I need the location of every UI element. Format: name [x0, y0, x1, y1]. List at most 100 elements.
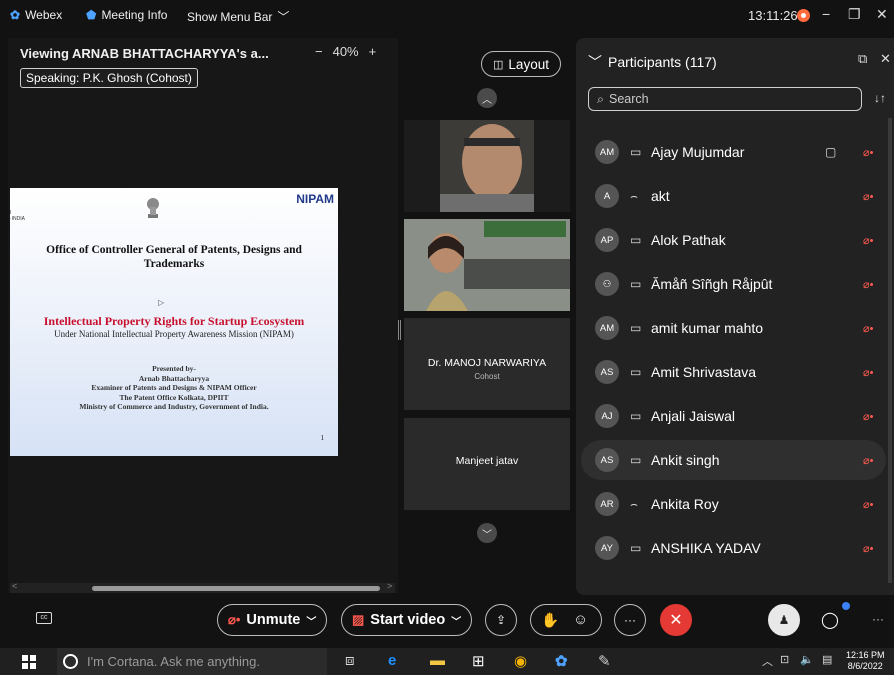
tile-name: Manjeet jatav	[455, 455, 519, 467]
participant-row[interactable]: AR ⌢ Ankita Roy ⌀•	[581, 484, 886, 524]
muted-mic-icon[interactable]: ⌀•	[863, 366, 873, 379]
notification-dot	[842, 602, 850, 610]
task-view-icon[interactable]: ⧈	[345, 652, 355, 669]
avatar: AM	[595, 140, 619, 164]
restore-button[interactable]: ❐	[848, 6, 861, 23]
person-icon: ⚇	[602, 278, 612, 290]
participant-name: akt	[651, 188, 670, 204]
participant-row[interactable]: AS ▭ Ankit singh ⌀•	[581, 440, 886, 480]
scroll-down-button[interactable]: ﹀	[477, 523, 497, 543]
scrollbar-thumb[interactable]	[92, 586, 380, 591]
search-input[interactable]: ⌕ Search	[588, 87, 862, 111]
edge-icon[interactable]: e	[388, 652, 396, 669]
tray-chevron-up-icon[interactable]: ︿	[762, 653, 773, 669]
muted-mic-icon[interactable]: ⌀•	[863, 322, 873, 335]
meeting-clock: 13:11:26	[748, 8, 798, 23]
webex-taskbar-icon[interactable]: ✿	[555, 652, 568, 670]
more-icon[interactable]: ···	[872, 612, 884, 626]
video-tile[interactable]: Dr. MANOJ NARWARIYA Cohost	[404, 318, 570, 410]
notification-icon[interactable]: ▤	[822, 653, 832, 666]
participant-row[interactable]: ⚇ ▭ Ămåñ Sîñgh Råjpût ⌀•	[581, 264, 886, 304]
muted-mic-icon[interactable]: ⌀•	[863, 542, 873, 555]
tablet-icon: ▭	[630, 541, 642, 555]
muted-mic-icon[interactable]: ⌀•	[863, 498, 873, 511]
tablet-icon: ▭	[630, 453, 642, 467]
share-button[interactable]: ⇪	[485, 604, 517, 636]
search-icon: ⌕	[597, 91, 605, 106]
windows-start-icon[interactable]	[22, 655, 36, 669]
video-tile[interactable]	[404, 219, 570, 311]
chevron-down-icon[interactable]: ﹀	[451, 613, 461, 628]
participant-row[interactable]: AM ▭ amit kumar mahto ⌀•	[581, 308, 886, 348]
minimize-button[interactable]: −	[822, 6, 830, 22]
webex-logo-icon: ✿	[10, 8, 21, 22]
muted-mic-icon[interactable]: ⌀•	[863, 278, 873, 291]
participant-name: Ămåñ Sîñgh Råjpût	[651, 276, 773, 292]
raise-hand-icon[interactable]: ✋	[541, 612, 559, 629]
end-call-button[interactable]: ✕	[660, 604, 692, 636]
store-icon[interactable]: ⊞	[472, 652, 485, 670]
participant-row[interactable]: AJ ▭ Anjali Jaiswal ⌀•	[581, 396, 886, 436]
participant-row[interactable]: AM ▭ Ajay Mujumdar ▢ ⌀•	[581, 132, 886, 172]
close-button[interactable]: ✕	[876, 6, 888, 23]
chrome-icon[interactable]: ◉	[514, 652, 527, 670]
windows-logo	[22, 655, 36, 669]
video-icon: ▢	[825, 145, 837, 159]
scroll-left-icon[interactable]: <	[12, 581, 17, 591]
chat-button[interactable]: ◯	[814, 604, 846, 636]
participant-row[interactable]: AP ▭ Alok Pathak ⌀•	[581, 220, 886, 260]
muted-mic-icon[interactable]: ⌀•	[863, 234, 873, 247]
start-video-button[interactable]: ▨ Start video ﹀	[341, 604, 473, 636]
scroll-right-icon[interactable]: >	[387, 581, 392, 591]
muted-mic-icon[interactable]: ⌀•	[863, 454, 873, 467]
participants-panel: ﹀ Participants (117) ⧉ ✕ ⌕ Search ↓↑ AM …	[576, 38, 894, 595]
participant-row[interactable]: A ⌢ akt ⌀•	[581, 176, 886, 216]
popout-icon[interactable]: ⧉	[858, 51, 867, 67]
shared-content-view[interactable]: Viewing ARNAB BHATTACHARYYA's a... − 40%…	[8, 38, 398, 593]
participants-scrollbar[interactable]	[888, 118, 892, 583]
captions-icon[interactable]: cc	[36, 612, 52, 624]
paint-icon[interactable]: ✎	[598, 652, 611, 670]
avatar: AJ	[595, 404, 619, 428]
muted-mic-icon[interactable]: ⌀•	[863, 146, 873, 159]
participant-row[interactable]: AS ▭ Amit Shrivastava ⌀•	[581, 352, 886, 392]
horizontal-scrollbar[interactable]: < >	[10, 581, 395, 593]
layout-button[interactable]: ◫ Layout	[481, 51, 561, 77]
chevron-down-icon[interactable]: ﹀	[306, 613, 316, 628]
volume-icon[interactable]: 🔈	[800, 653, 814, 666]
participant-row[interactable]: AY ▭ ANSHIKA YADAV ⌀•	[581, 528, 886, 568]
network-icon[interactable]: ⊡	[780, 653, 789, 666]
participant-name: Alok Pathak	[651, 232, 726, 248]
participant-name: amit kumar mahto	[651, 320, 764, 336]
reactions-group: ✋ ☺	[530, 604, 602, 636]
muted-mic-icon[interactable]: ⌀•	[863, 410, 873, 423]
file-explorer-icon[interactable]: ▬	[430, 652, 445, 669]
emoji-icon[interactable]: ☺	[573, 612, 588, 628]
video-tile[interactable]	[404, 120, 570, 212]
sort-icon[interactable]: ↓↑	[874, 91, 886, 105]
india-logo: I ·INDIA	[10, 210, 25, 222]
avatar: ⚇	[595, 272, 619, 296]
participants-button[interactable]: ♟	[768, 604, 800, 636]
show-menu-bar-button[interactable]: Show Menu Bar ﹀	[187, 8, 289, 25]
video-tile[interactable]: Manjeet jatav	[404, 418, 570, 510]
zoom-out-button[interactable]: −	[315, 44, 323, 59]
participants-header[interactable]: ﹀ Participants (117)	[588, 52, 717, 72]
scroll-up-button[interactable]: ︿	[477, 88, 497, 108]
share-title: Viewing ARNAB BHATTACHARYYA's a...	[20, 46, 269, 61]
unmute-button[interactable]: ⌀• Unmute ﹀	[217, 604, 328, 636]
muted-mic-icon[interactable]: ⌀•	[863, 190, 873, 203]
panel-resize-handle[interactable]	[398, 320, 401, 340]
close-panel-icon[interactable]: ✕	[880, 51, 891, 67]
more-options-button[interactable]: ···	[614, 604, 646, 636]
zoom-in-button[interactable]: +	[369, 44, 377, 59]
webex-menu[interactable]: ✿ Webex	[10, 8, 62, 22]
taskbar-clock[interactable]: 12:16 PM 8/6/2022	[846, 650, 885, 672]
participant-name: Amit Shrivastava	[651, 364, 757, 380]
headset-icon: ⌢	[630, 496, 638, 511]
meeting-info-button[interactable]: ⬟ Meeting Info	[86, 8, 167, 22]
chevron-up-icon: ︿	[482, 94, 492, 106]
video-off-icon: ▨	[352, 612, 365, 627]
chevron-down-icon: ﹀	[277, 10, 290, 24]
cortana-search[interactable]: I'm Cortana. Ask me anything.	[57, 648, 327, 675]
